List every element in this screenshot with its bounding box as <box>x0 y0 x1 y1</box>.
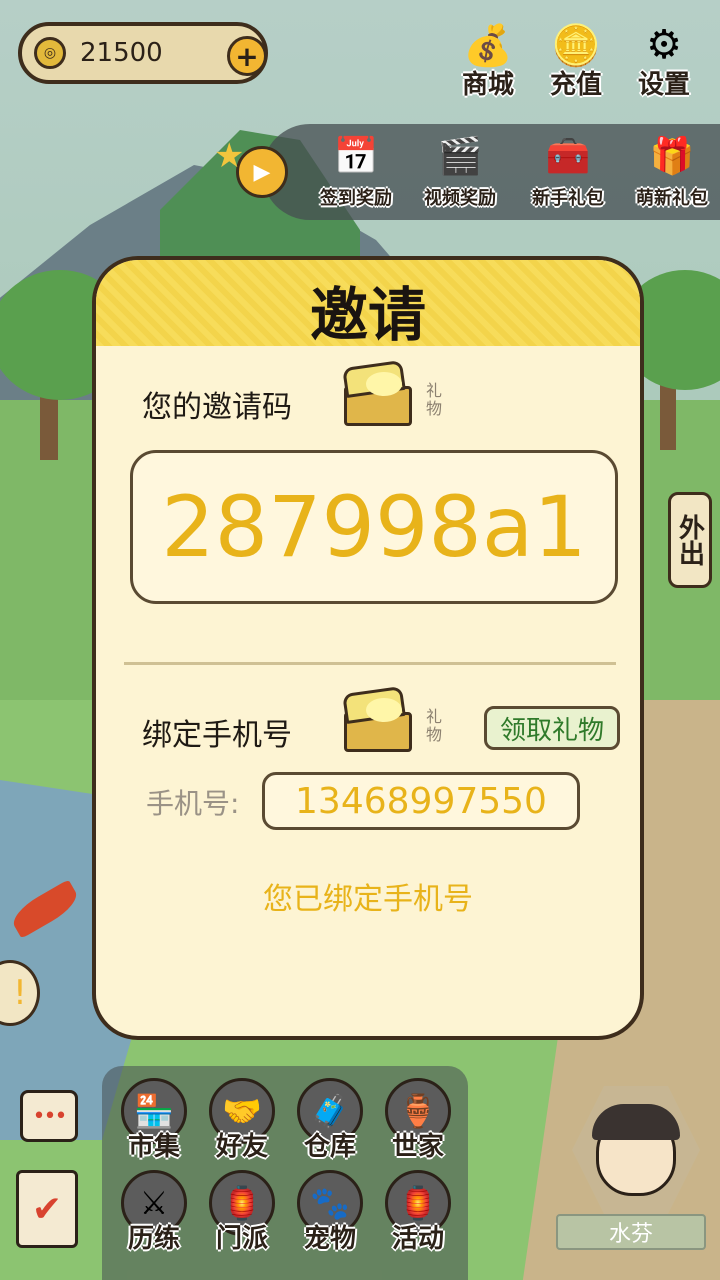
divider <box>124 662 616 665</box>
currency-display: ◎ 21500 + <box>18 22 268 84</box>
phone-label: 手机号: <box>146 787 240 820</box>
market-button[interactable]: 🏪 市集 <box>112 1078 196 1174</box>
warehouse-label: 仓库 <box>303 1132 356 1162</box>
newbie-pack-button[interactable]: 🧰 新手礼包 <box>520 128 616 210</box>
treasure-chest-icon <box>340 359 416 428</box>
friends-label: 好友 <box>215 1132 268 1162</box>
character-name: 水芬 <box>556 1214 706 1250</box>
phone-number-field[interactable]: 13468997550 <box>262 772 580 830</box>
recharge-label: 充值 <box>549 70 602 100</box>
go-out-button[interactable]: 外出 <box>668 492 712 588</box>
pet-label: 宠物 <box>303 1224 356 1254</box>
chat-button[interactable]: ••• <box>20 1090 78 1142</box>
invite-code-field: 287998a1 <box>130 450 618 604</box>
chest-icon: 🧰 <box>545 136 591 177</box>
video-reward-button[interactable]: 🎬 视频奖励 <box>412 128 508 210</box>
clan-button[interactable]: 🏺 世家 <box>376 1078 460 1174</box>
invite-code-label: 您的邀请码 <box>142 390 292 425</box>
settings-label: 设置 <box>637 70 690 100</box>
avatar-hair <box>592 1104 680 1140</box>
settings-button[interactable]: ⚙ 设置 <box>622 18 706 104</box>
clapperboard-icon: 🎬 <box>437 136 483 177</box>
novice-gift-label: 萌新礼包 <box>636 188 708 209</box>
training-label: 历练 <box>127 1224 180 1254</box>
newbie-gift-icon: 🎁 <box>649 136 695 177</box>
newbie-pack-label: 新手礼包 <box>532 188 604 209</box>
star-icon: ★ <box>214 136 245 176</box>
dialog-title: 邀请 <box>309 281 426 349</box>
gift-caption: 礼物 <box>426 381 443 418</box>
bind-phone-label: 绑定手机号 <box>142 718 292 753</box>
events-label: 活动 <box>391 1224 444 1254</box>
task-button[interactable]: ✔ <box>16 1170 78 1248</box>
coin-icon: ◎ <box>34 37 66 69</box>
events-button[interactable]: 🏮 活动 <box>376 1170 460 1266</box>
calendar-icon: 📅 <box>333 136 379 177</box>
checkin-reward-button[interactable]: 📅 签到奖励 <box>308 128 404 210</box>
sect-button[interactable]: 🏮 门派 <box>200 1170 284 1266</box>
invite-dialog: 邀请 您的邀请码 礼物 287998a1 绑定手机号 礼物 领取礼物 手机号: … <box>92 256 644 1040</box>
sect-label: 门派 <box>215 1224 268 1254</box>
market-label: 市集 <box>127 1132 180 1162</box>
treasure-chest-icon <box>340 685 416 754</box>
video-reward-label: 视频奖励 <box>424 188 496 209</box>
shop-label: 商城 <box>461 70 514 100</box>
checkin-reward-label: 签到奖励 <box>320 188 392 209</box>
novice-gift-button[interactable]: 🎁 萌新礼包 <box>624 128 720 210</box>
recharge-button[interactable]: 🪙 充值 <box>534 18 618 104</box>
bound-status-text: 您已绑定手机号 <box>263 882 473 917</box>
warehouse-button[interactable]: 🧳 仓库 <box>288 1078 372 1174</box>
friends-button[interactable]: 🤝 好友 <box>200 1078 284 1174</box>
shop-button[interactable]: 💰 商城 <box>446 18 530 104</box>
pet-button[interactable]: 🐾 宠物 <box>288 1170 372 1266</box>
claim-gift-button[interactable]: 领取礼物 <box>484 706 620 750</box>
coin-amount: 21500 <box>80 38 163 68</box>
gift-caption: 礼物 <box>426 707 443 744</box>
clan-label: 世家 <box>391 1132 444 1162</box>
add-coins-button[interactable]: + <box>227 36 267 76</box>
training-button[interactable]: ⚔ 历练 <box>112 1170 196 1266</box>
